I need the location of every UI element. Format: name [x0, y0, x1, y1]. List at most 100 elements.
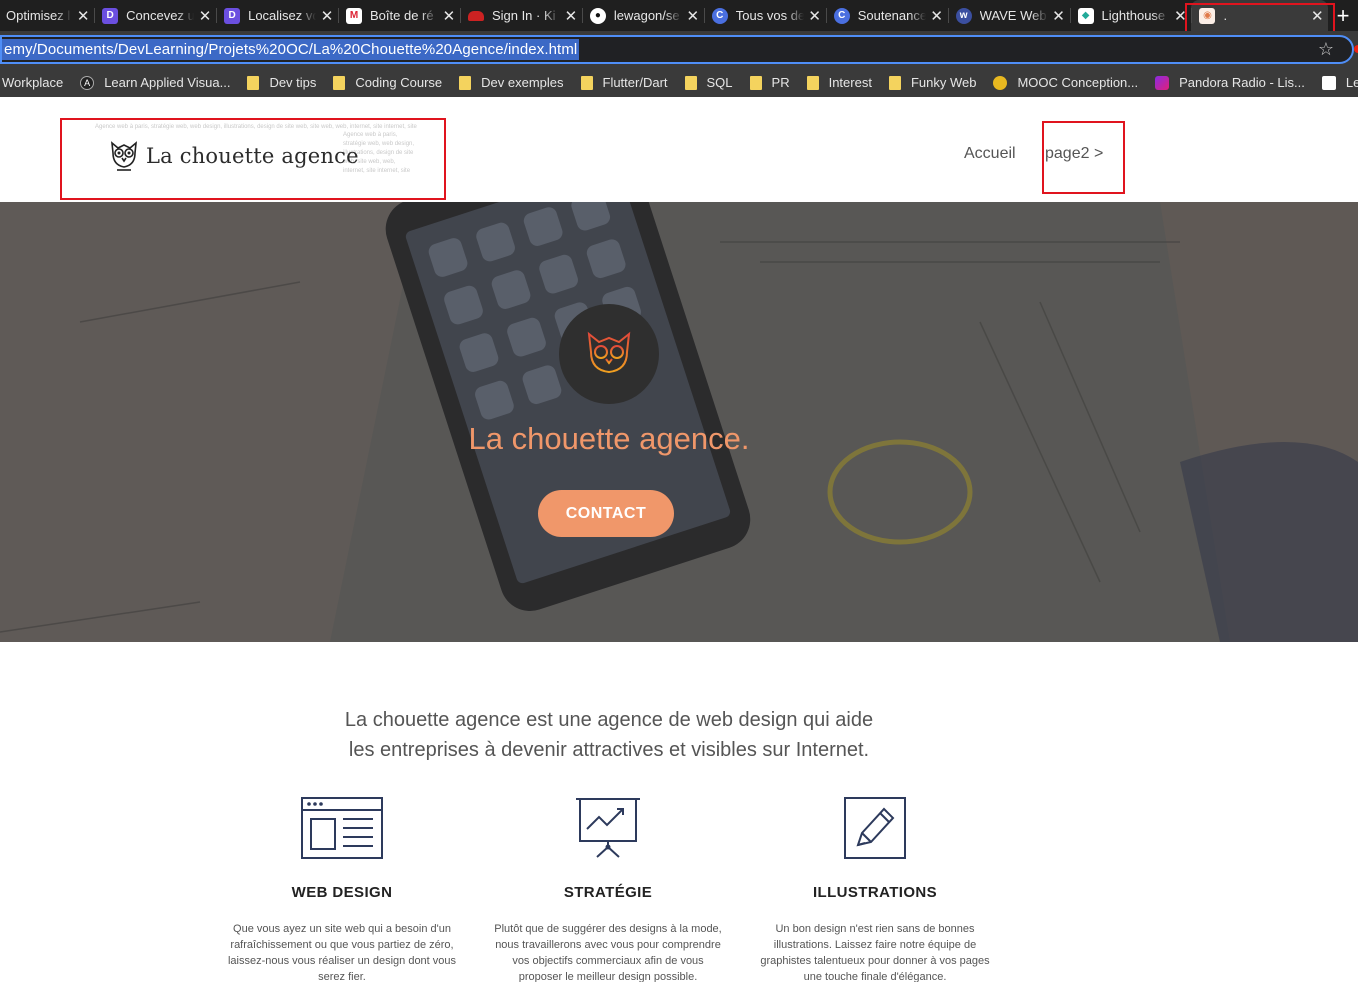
bookmark-label: Pandora Radio - Lis...: [1179, 75, 1305, 90]
bookmark-label: Interest: [828, 75, 872, 90]
browser-tab-2[interactable]: D Concevez u ✕: [94, 0, 216, 31]
bookmark-flutter-dart[interactable]: Flutter/Dart: [580, 75, 668, 90]
tab-title: Soutenance: [857, 8, 926, 23]
address-bar: emy/Documents/DevLearning/Projets%20OC/L…: [0, 31, 1358, 68]
web-page: Agence web à paris, stratégie web, web d…: [0, 97, 1358, 982]
nav-link-home[interactable]: Accueil: [964, 145, 1016, 163]
tab-title: Concevez u: [126, 8, 195, 23]
c-icon: C: [833, 7, 850, 24]
bookmark-dev-tips[interactable]: Dev tips: [247, 75, 316, 90]
highlight-box-logo: [60, 118, 446, 200]
bookmark-guide[interactable]: Le guide des Aide: [1321, 75, 1358, 90]
site-header: Agence web à paris, stratégie web, web d…: [0, 97, 1358, 202]
close-icon[interactable]: ✕: [804, 7, 826, 25]
folder-icon: [333, 75, 346, 90]
hero-owl-logo: [559, 304, 659, 404]
folder-icon: [888, 75, 901, 90]
lighthouse-icon: ◆: [1077, 7, 1094, 24]
hero-title: La chouette agence.: [468, 421, 750, 456]
owl-icon: [587, 331, 631, 379]
browser-tab-10[interactable]: ◆ Lighthouse ✕: [1069, 0, 1192, 31]
intro-text: La chouette agence est une agence de web…: [0, 705, 1218, 765]
web-design-icon: [222, 797, 462, 861]
url-input[interactable]: emy/Documents/DevLearning/Projets%20OC/L…: [0, 35, 1354, 64]
service-title: WEB DESIGN: [291, 884, 393, 901]
browser-tab-8[interactable]: C Soutenance ✕: [825, 0, 948, 31]
service-title: STRATÉGIE: [563, 884, 653, 901]
browser-tab-4[interactable]: M Boîte de ré ✕: [338, 0, 460, 31]
github-icon: ●: [589, 7, 606, 24]
folder-icon: [806, 75, 819, 90]
wave-icon: w: [955, 7, 972, 24]
bookmark-dev-exemples[interactable]: Dev exemples: [459, 75, 564, 90]
illustration-icon: [755, 797, 995, 861]
bookmark-label: MOOC Conception...: [1017, 75, 1139, 90]
strategy-icon: [488, 797, 728, 861]
intro-line-1: La chouette agence est une agence de web…: [344, 709, 874, 731]
guide-icon: [1321, 75, 1336, 90]
tab-title: Lighthouse: [1101, 8, 1166, 23]
bookmark-pandora[interactable]: Pandora Radio - Lis...: [1155, 75, 1305, 90]
star-icon[interactable]: ☆: [1318, 39, 1334, 60]
car-icon: [467, 10, 484, 21]
bookmark-label: Funky Web: [910, 75, 977, 90]
service-description: Un bon design n'est rien sans de bonnes …: [760, 923, 990, 982]
bookmark-label: Le guide des Aide: [1345, 75, 1358, 90]
close-icon[interactable]: ✕: [316, 7, 338, 25]
bookmark-label: Dev exemples: [481, 75, 564, 90]
tab-title: Tous vos de: [735, 8, 804, 23]
a-icon: A: [80, 75, 95, 90]
browser-tab-1[interactable]: Optimisez l ✕: [0, 0, 94, 31]
tab-title: Optimisez l: [6, 8, 71, 23]
service-strategy: STRATÉGIE Plutôt que de suggérer des des…: [488, 797, 728, 982]
yellow-badge-icon: [993, 75, 1008, 90]
bookmark-label: PR: [771, 75, 790, 90]
tab-title: Sign In · Ki: [491, 8, 556, 23]
highlight-box-page2: [1042, 121, 1125, 194]
bookmark-label: Flutter/Dart: [602, 75, 668, 90]
purple-d-icon: D: [224, 7, 241, 24]
bookmark-funky-web[interactable]: Funky Web: [888, 75, 977, 90]
bookmark-label: Workplace: [2, 75, 64, 90]
folder-icon: [749, 75, 762, 90]
profile-icon[interactable]: [1354, 45, 1358, 53]
close-icon[interactable]: ✕: [926, 7, 948, 25]
bookmark-pr[interactable]: PR: [749, 75, 790, 90]
bookmark-coding-course[interactable]: Coding Course: [333, 75, 442, 90]
browser-tab-9[interactable]: w WAVE Web ✕: [947, 0, 1070, 31]
intro-line-2: les entreprises à devenir attractives et…: [348, 739, 870, 761]
bookmark-interest[interactable]: Interest: [806, 75, 872, 90]
bookmarks-bar: Workplace A Learn Applied Visua... Dev t…: [0, 68, 1358, 97]
close-icon[interactable]: ✕: [72, 7, 94, 25]
close-icon[interactable]: ✕: [1048, 7, 1070, 25]
bookmark-workplace[interactable]: Workplace: [2, 75, 63, 90]
service-description: Plutôt que de suggérer des designs à la …: [494, 923, 722, 982]
bookmark-label: Coding Course: [355, 75, 443, 90]
c-icon: C: [711, 7, 728, 24]
folder-icon: [459, 75, 472, 90]
browser-tab-3[interactable]: D Localisez vo ✕: [216, 0, 338, 31]
browser-tab-6[interactable]: ● lewagon/se ✕: [581, 0, 704, 31]
bookmark-learn-applied[interactable]: A Learn Applied Visua...: [80, 75, 230, 90]
folder-icon: [684, 75, 697, 90]
hero-banner: La chouette agence. CONTACT: [0, 202, 1358, 642]
bookmark-label: Dev tips: [269, 75, 317, 90]
browser-tab-7[interactable]: C Tous vos de ✕: [703, 0, 826, 31]
service-web-design: WEB DESIGN Que vous ayez un site web qui…: [222, 797, 462, 982]
close-icon[interactable]: ✕: [438, 7, 460, 25]
close-icon[interactable]: ✕: [194, 7, 216, 25]
folder-icon: [580, 75, 593, 90]
service-title: ILLUSTRATIONS: [812, 884, 938, 901]
contact-button[interactable]: CONTACT: [538, 490, 674, 537]
purple-d-icon: D: [102, 7, 119, 24]
close-icon[interactable]: ✕: [682, 7, 704, 25]
browser-tab-5[interactable]: Sign In · Ki ✕: [459, 0, 582, 31]
tab-title: Localisez vo: [248, 8, 317, 23]
service-description: Que vous ayez un site web qui a besoin d…: [227, 923, 457, 982]
url-text: emy/Documents/DevLearning/Projets%20OC/L…: [2, 39, 580, 60]
browser-tab-bar: Optimisez l ✕ D Concevez u ✕ D Localisez…: [0, 0, 1358, 31]
close-icon[interactable]: ✕: [560, 7, 582, 25]
bookmark-sql[interactable]: SQL: [684, 75, 733, 90]
bookmark-mooc[interactable]: MOOC Conception...: [993, 75, 1138, 90]
bookmark-label: Learn Applied Visua...: [104, 75, 231, 90]
